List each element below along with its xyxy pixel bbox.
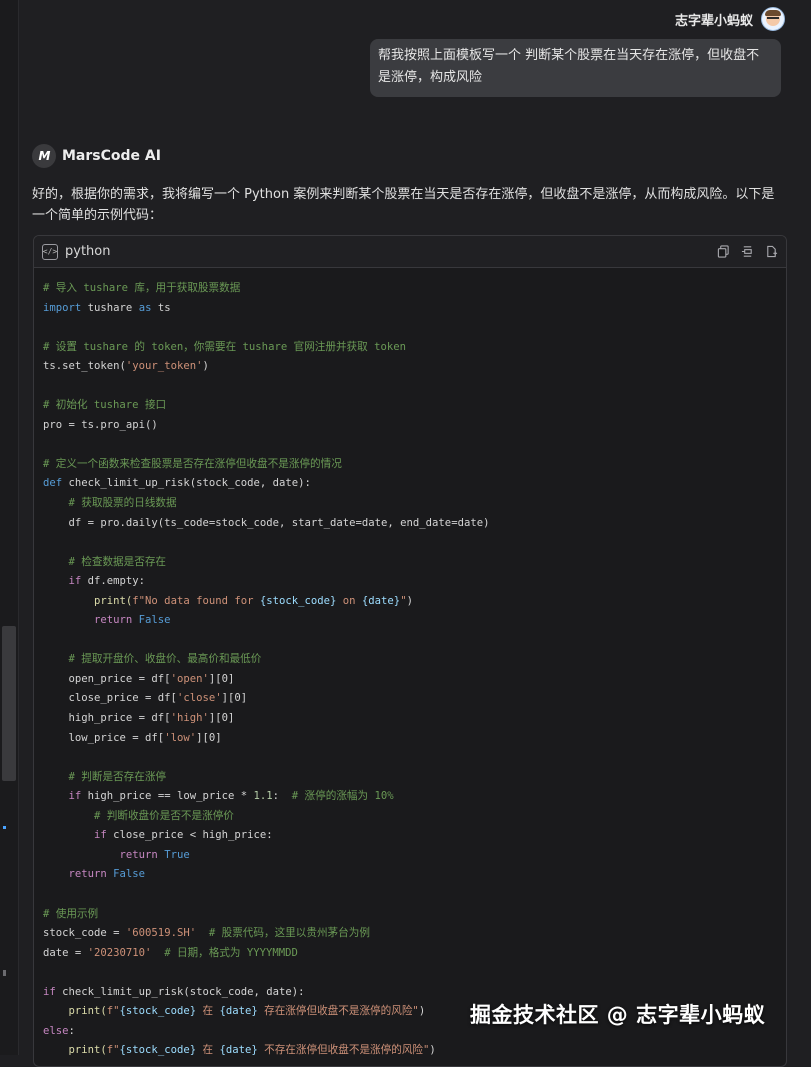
code-content: # 导入 tushare 库，用于获取股票数据 import tushare a…	[43, 282, 490, 1057]
insert-code-icon[interactable]	[740, 245, 754, 259]
user-avatar[interactable]	[761, 7, 785, 31]
new-file-icon[interactable]	[764, 245, 778, 259]
assistant-name: MarsCode AI	[62, 148, 161, 164]
user-message-header: 志字辈小蚂蚁	[675, 7, 785, 31]
left-gutter	[0, 0, 19, 1055]
assistant-header: M MarsCode AI	[32, 144, 161, 168]
code-block: </> python # 导入 tushare 库，用于获取股票数据 impor…	[33, 235, 787, 1067]
user-name: 志字辈小蚂蚁	[674, 13, 753, 29]
code-actions	[716, 245, 778, 259]
user-message-bubble: 帮我按照上面模板写一个 判断某个股票在当天存在涨停，但收盘不是涨停，构成风险	[370, 39, 781, 97]
marscode-logo-icon: M	[32, 144, 56, 168]
gutter-marker	[3, 826, 6, 829]
gutter-marker	[3, 970, 6, 976]
watermark: 掘金技术社区 @ 志字辈小蚂蚁	[470, 1003, 766, 1027]
copy-icon[interactable]	[716, 245, 730, 259]
code-language-label: python	[65, 244, 111, 259]
gutter-scrollbar[interactable]	[2, 626, 16, 781]
assistant-intro-text: 好的，根据你的需求，我将编写一个 Python 案例来判断某个股票在当天是否存在…	[32, 187, 775, 223]
code-language-icon: </>	[42, 243, 58, 260]
code-block-header: </> python	[34, 236, 786, 268]
